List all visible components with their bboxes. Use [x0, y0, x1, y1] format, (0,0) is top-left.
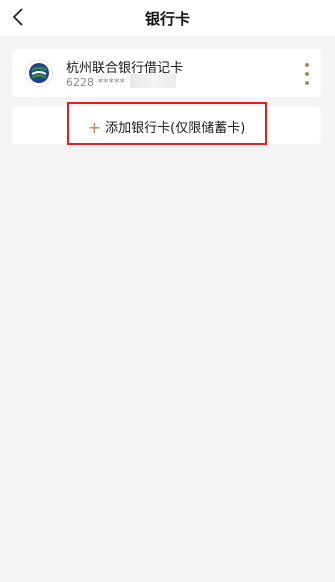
- bank-card-item[interactable]: 杭州联合银行借记卡 6228 *****: [12, 49, 321, 97]
- masked-digits: [130, 74, 176, 88]
- more-dot: [305, 81, 309, 85]
- top-bar: 银行卡: [0, 0, 335, 36]
- add-card-content: + 添加银行卡(仅限储蓄卡): [12, 117, 321, 137]
- bank-logo-icon: [26, 60, 52, 86]
- page-title: 银行卡: [144, 10, 190, 28]
- more-dot: [305, 63, 309, 67]
- add-card-label: 添加银行卡(仅限储蓄卡): [105, 121, 246, 136]
- card-number: 6228 *****: [66, 76, 125, 89]
- more-vertical-icon[interactable]: [303, 63, 311, 85]
- plus-icon: +: [87, 118, 102, 137]
- add-bank-card-button[interactable]: + 添加银行卡(仅限储蓄卡): [12, 107, 321, 144]
- more-dot: [305, 72, 309, 76]
